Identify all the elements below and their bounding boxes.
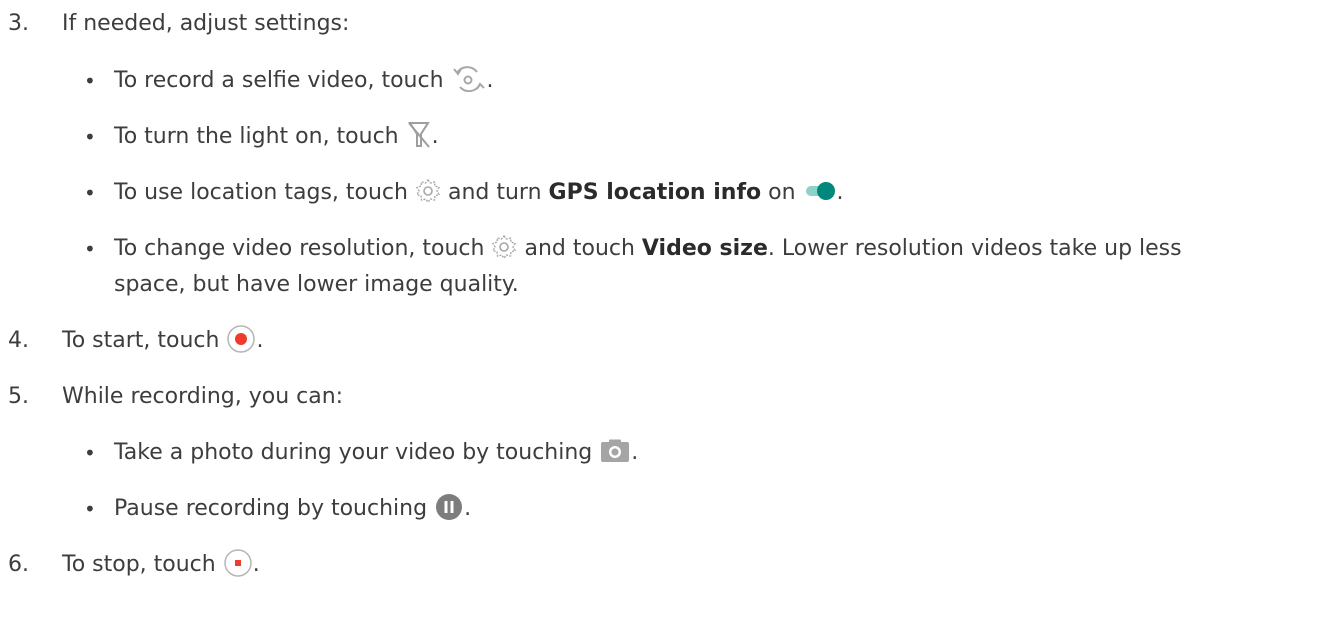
flash-off-icon [406, 120, 432, 150]
instruction-text: To record a selfie video, touch [114, 68, 444, 93]
instruction-text: To use location tags, touch [114, 180, 408, 205]
step-text: While recording, you can: [62, 384, 344, 409]
step-number: 4. [8, 328, 29, 353]
bullet: • [84, 69, 96, 93]
bullet: • [84, 125, 96, 149]
record-stop-icon [223, 548, 253, 578]
bullet: • [84, 441, 96, 465]
step-number: 3. [8, 11, 29, 36]
instruction-text: Pause recording by touching [114, 496, 428, 521]
instruction-text: To turn the light on, touch [114, 124, 399, 149]
instruction-text: To change video resolution, touch [114, 236, 485, 261]
switch-camera-icon [451, 66, 487, 92]
bullet: • [84, 181, 96, 205]
pause-icon [434, 492, 464, 522]
bullet: • [84, 237, 96, 261]
record-start-icon [226, 324, 256, 354]
step-text: To start, touch [62, 328, 220, 353]
step-number: 5. [8, 384, 29, 409]
settings-gear-icon [415, 178, 441, 204]
step-text: If needed, adjust settings: [62, 11, 350, 36]
setting-name: Video size [641, 236, 768, 261]
bullet: • [84, 497, 96, 521]
step-text: To stop, touch [62, 552, 216, 577]
toggle-on-icon [803, 180, 837, 202]
step-number: 6. [8, 552, 29, 577]
settings-gear-icon [491, 234, 517, 260]
setting-name: GPS location info [548, 180, 762, 205]
camera-capture-icon [599, 438, 631, 464]
instruction-text: Take a photo during your video by touchi… [114, 440, 593, 465]
